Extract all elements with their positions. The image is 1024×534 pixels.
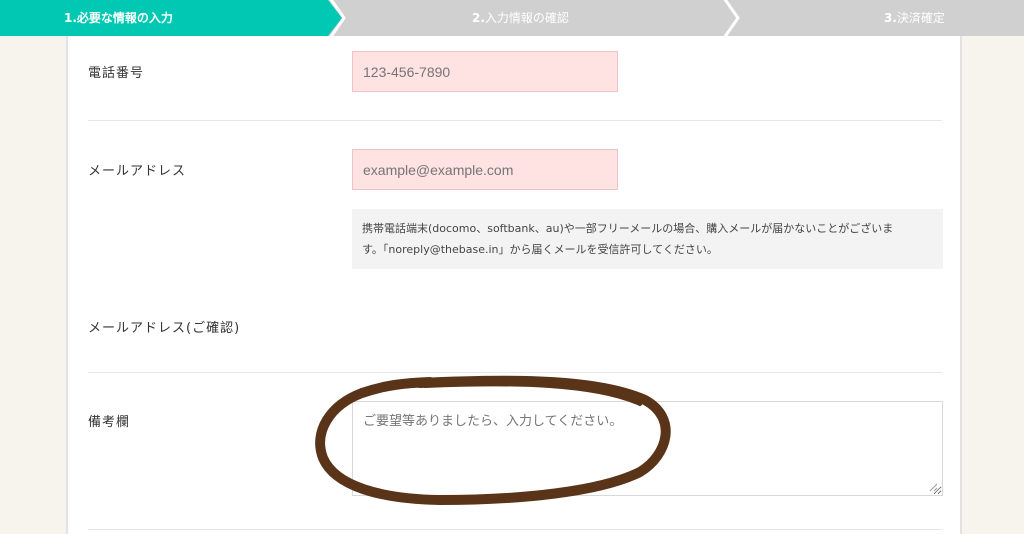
checkout-step-bar: 1.必要な情報の入力 2.入力情報の確認 3.決済確定 (0, 0, 1024, 36)
step-1: 1.必要な情報の入力 (64, 0, 173, 36)
notes-label: 備考欄 (88, 415, 131, 430)
phone-label: 電話番号 (88, 66, 145, 81)
step-3-number: 3. (884, 11, 897, 25)
resize-grip-icon[interactable] (928, 482, 938, 492)
email-confirm-label: メールアドレス(ご確認) (88, 321, 241, 336)
phone-input[interactable] (352, 51, 618, 92)
form-panel: 電話番号 メールアドレス 携帯電話端末(docomo、softbank、au)や… (66, 36, 962, 534)
step-3-label: 決済確定 (896, 11, 945, 25)
email-label: メールアドレス (88, 164, 187, 179)
divider-phone (88, 120, 942, 121)
step-1-label: 必要な情報の入力 (76, 11, 173, 25)
divider-email-confirm (88, 372, 942, 373)
step-2: 2.入力情報の確認 (472, 0, 569, 36)
step-divider-2 (723, 0, 740, 36)
divider-notes (88, 529, 942, 530)
email-notice-line-1: 携帯電話端末(docomo、softbank、au)や一部フリーメールの場合、購… (362, 222, 894, 235)
step-3: 3.決済確定 (884, 0, 945, 36)
notes-textarea[interactable] (352, 401, 943, 496)
step-1-number: 1. (64, 11, 77, 25)
email-notice-line-2: す。「noreply@thebase.in」から届くメールを受信許可してください… (362, 243, 718, 256)
step-2-label: 入力情報の確認 (484, 11, 569, 25)
step-2-number: 2. (472, 11, 485, 25)
email-notice: 携帯電話端末(docomo、softbank、au)や一部フリーメールの場合、購… (352, 209, 943, 269)
email-input[interactable] (352, 149, 618, 190)
